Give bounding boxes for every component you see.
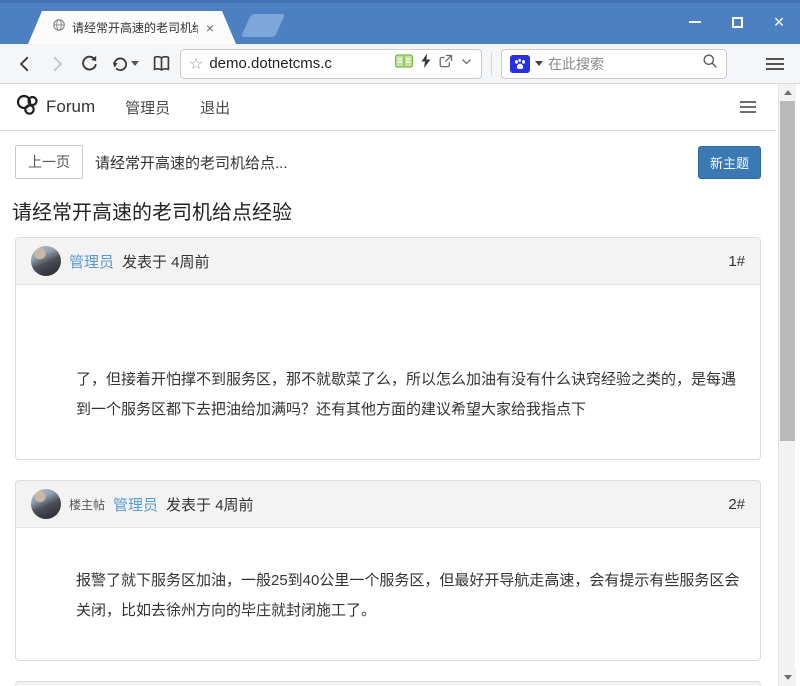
post-1-header: 管理员 发表于 4周前 1# xyxy=(16,238,760,285)
scrollbar-thumb[interactable] xyxy=(780,101,795,441)
minimize-button[interactable] xyxy=(688,15,702,29)
post-number: 2# xyxy=(728,496,745,513)
new-topic-button[interactable]: 新主题 xyxy=(698,146,761,179)
browser-menu-button[interactable] xyxy=(762,50,788,78)
page-scrollbar[interactable] xyxy=(778,84,795,686)
post-1-body: 了，但接着开怕撑不到服务区，那不就歇菜了么，所以怎么加油有没有什么诀窍经验之类的… xyxy=(16,285,760,459)
scroll-down-icon xyxy=(784,675,792,680)
url-text[interactable]: demo.dotnetcms.c xyxy=(209,55,388,72)
original-poster-badge: 楼主帖 xyxy=(69,496,105,513)
avatar[interactable] xyxy=(31,246,61,276)
toolbar-divider xyxy=(491,53,492,75)
previous-page-button[interactable]: 上一页 xyxy=(15,145,83,179)
content-spacer xyxy=(76,548,740,566)
forum-menu-button[interactable] xyxy=(735,93,761,121)
forward-button[interactable] xyxy=(44,50,70,78)
maximize-icon xyxy=(732,17,743,28)
post-text: 了，但接着开怕撑不到服务区，那不就歇菜了么，所以怎么加油有没有什么诀窍经验之类的… xyxy=(76,365,740,425)
page-content: Forum 管理员 退出 上一页 请经常开高速的老司机给点... 新主题 请经常… xyxy=(0,84,800,686)
new-tab-button[interactable] xyxy=(241,14,285,37)
post-timestamp: 发表于 4周前 xyxy=(122,251,210,272)
nav-link-admin[interactable]: 管理员 xyxy=(125,97,170,118)
post-text: 报警了就下服务区加油，一般25到40公里一个服务区，但最好开导航走高速，会有提示… xyxy=(76,566,740,626)
page-viewport: Forum 管理员 退出 上一页 请经常开高速的老司机给点... 新主题 请经常… xyxy=(0,84,800,686)
forum-navbar: Forum 管理员 退出 xyxy=(0,84,776,131)
titlebar: 请经常开高速的老司机给点经验 × × xyxy=(0,0,800,44)
refresh-button[interactable] xyxy=(76,50,102,78)
post-author-link[interactable]: 管理员 xyxy=(113,494,158,515)
favorite-star-icon[interactable]: ☆ xyxy=(189,54,203,74)
page-title: 请经常开高速的老司机给点经验 xyxy=(12,196,761,225)
search-input[interactable] xyxy=(548,56,697,72)
window-close-button[interactable]: × xyxy=(772,15,786,29)
window-controls: × xyxy=(688,0,786,44)
tab-title: 请经常开高速的老司机给点经验 xyxy=(72,19,198,36)
globe-icon xyxy=(52,18,66,37)
window-close-icon: × xyxy=(774,13,785,31)
chevron-down-icon[interactable] xyxy=(460,55,473,73)
scroll-down-button[interactable] xyxy=(779,669,796,686)
scroll-up-button[interactable] xyxy=(779,84,796,101)
missing-image-placeholder xyxy=(76,305,740,365)
search-engine-caret-icon[interactable] xyxy=(535,61,543,66)
post-card-1: 管理员 发表于 4周前 1# 了，但接着开怕撑不到服务区，那不就歇菜了么，所以怎… xyxy=(15,237,761,460)
scroll-up-icon xyxy=(784,90,792,95)
forum-brand-name: Forum xyxy=(46,97,95,117)
share-icon[interactable] xyxy=(438,53,454,74)
post-author-link[interactable]: 管理员 xyxy=(69,251,114,272)
browser-toolbar: ☆ demo.dotnetcms.c xyxy=(0,44,800,84)
forum-logo-icon xyxy=(15,94,39,121)
post-2-body: 报警了就下服务区加油，一般25到40公里一个服务区，但最好开导航走高速，会有提示… xyxy=(16,528,760,660)
history-dropdown-button[interactable] xyxy=(108,50,142,78)
breadcrumb: 上一页 请经常开高速的老司机给点... 新主题 xyxy=(15,145,761,179)
post-2-header: 楼主帖 管理员 发表于 4周前 2# xyxy=(16,481,760,528)
breadcrumb-title: 请经常开高速的老司机给点... xyxy=(95,152,288,173)
browser-window: 请经常开高速的老司机给点经验 × × ☆ demo.dotnetcm xyxy=(0,0,800,686)
browser-tab[interactable]: 请经常开高速的老司机给点经验 × xyxy=(28,11,236,44)
caret-down-icon xyxy=(131,61,139,66)
lightning-icon[interactable] xyxy=(420,53,432,74)
back-button[interactable] xyxy=(12,50,38,78)
post-card-3-partial xyxy=(15,681,761,686)
post-number: 1# xyxy=(728,253,745,270)
tab-close-icon[interactable]: × xyxy=(204,21,216,35)
reader-mode-icon[interactable] xyxy=(394,52,414,75)
search-icon[interactable] xyxy=(702,53,718,74)
nav-link-logout[interactable]: 退出 xyxy=(200,97,230,118)
post-timestamp: 发表于 4周前 xyxy=(166,494,254,515)
post-card-2: 楼主帖 管理员 发表于 4周前 2# 报警了就下服务区加油，一般25到40公里一… xyxy=(15,480,761,661)
bookmarks-button[interactable] xyxy=(148,50,174,78)
avatar[interactable] xyxy=(31,489,61,519)
maximize-button[interactable] xyxy=(730,15,744,29)
minimize-icon xyxy=(689,21,701,23)
baidu-search-engine-icon[interactable] xyxy=(510,55,530,73)
address-bar[interactable]: ☆ demo.dotnetcms.c xyxy=(180,49,482,79)
search-box[interactable] xyxy=(501,49,727,79)
forum-brand[interactable]: Forum xyxy=(15,94,95,121)
